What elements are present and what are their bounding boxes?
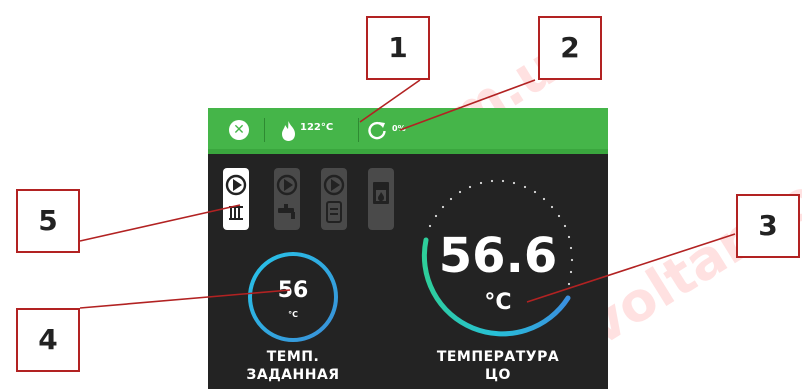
mode-fireplace[interactable] (368, 168, 394, 230)
separator (264, 118, 265, 142)
set-label-line1: ТЕМП. (266, 349, 320, 365)
co-temperature-label: ТЕМПЕРАТУРА ЦО (403, 348, 593, 384)
set-temperature-value[interactable]: 56 (240, 278, 346, 303)
fan-percent: 0% (392, 124, 406, 133)
pump-radiator-icon (225, 174, 247, 220)
co-label-line2: ЦО (485, 367, 511, 383)
mode-pump-tap[interactable] (274, 168, 300, 230)
boiler-temperature: 122°C (300, 122, 334, 133)
co-label-line1: ТЕМПЕРАТУРА (436, 349, 560, 365)
callout-1: 1 (366, 16, 430, 80)
callout-5: 5 (16, 189, 80, 253)
refresh-icon[interactable] (366, 119, 388, 141)
pump-tank-icon (323, 174, 345, 223)
pump-tap-icon (276, 174, 298, 219)
callout-2: 2 (538, 16, 602, 80)
status-bar-underline (208, 149, 608, 154)
set-label-line2: ЗАДАННАЯ (246, 367, 340, 383)
fireplace-icon (373, 182, 389, 204)
set-temperature-label: ТЕМП. ЗАДАННАЯ (218, 348, 368, 384)
controller-screen: ✕ 122°C 0% 56 °C ТЕМП. ЗАДАННАЯ 56.6 °C … (208, 108, 608, 389)
set-temperature-unit: °C (288, 310, 298, 319)
callout-3: 3 (736, 194, 800, 258)
flame-icon (282, 121, 295, 141)
co-temperature-unit: °C (484, 290, 512, 315)
separator (358, 118, 359, 142)
mode-pump-radiator[interactable] (223, 168, 249, 230)
mode-pump-tank[interactable] (321, 168, 347, 230)
callout-4: 4 (16, 308, 80, 372)
co-temperature-value: 56.6 (438, 228, 558, 284)
close-icon[interactable]: ✕ (229, 120, 249, 140)
status-bar: ✕ 122°C 0% (208, 108, 608, 154)
